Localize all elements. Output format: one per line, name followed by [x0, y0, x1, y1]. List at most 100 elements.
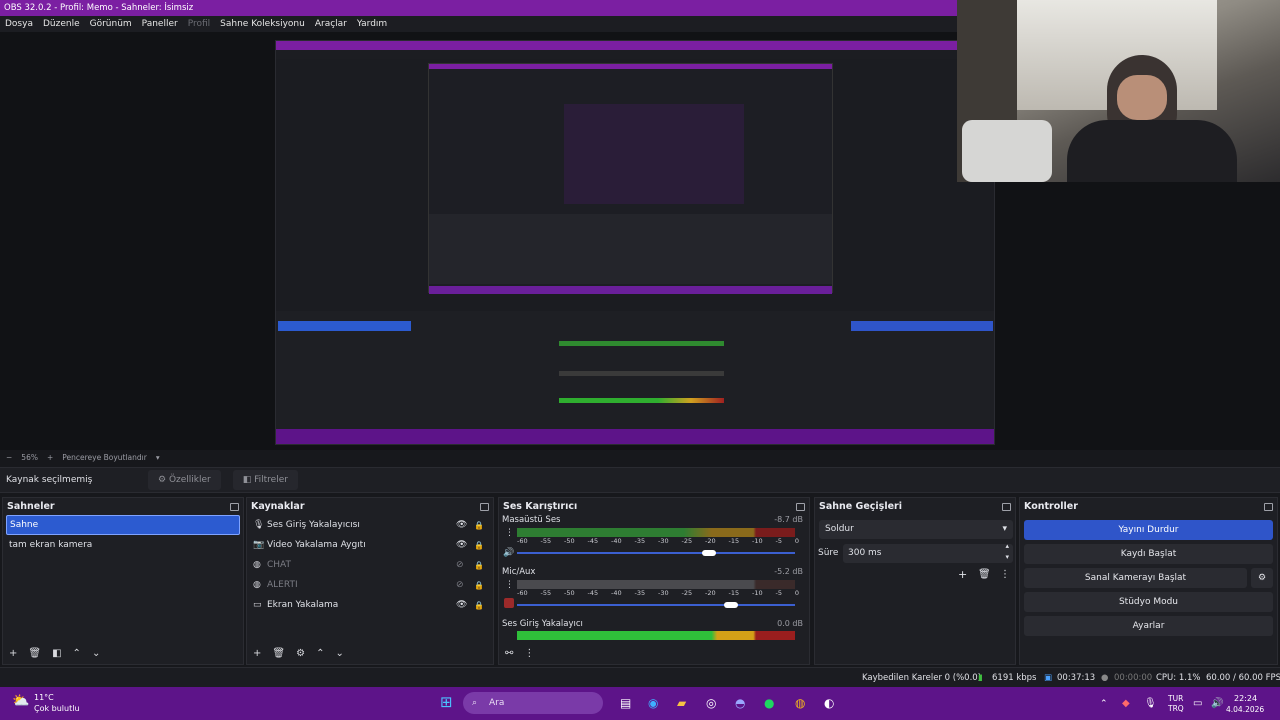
eye-icon[interactable]: 👁: [456, 520, 467, 530]
taskbar-search[interactable]: ⌕ Ara: [463, 692, 603, 714]
resize-to-window[interactable]: Pencereye Boyutlandır: [62, 453, 147, 462]
eye-off-icon[interactable]: ⊘: [456, 560, 464, 570]
scene-item-sahne[interactable]: Sahne: [6, 515, 240, 535]
gear-icon[interactable]: ⚙: [296, 648, 305, 659]
undock-icon[interactable]: [1264, 502, 1273, 511]
menu-araclar[interactable]: Araçlar: [315, 16, 347, 32]
kebab-menu-icon[interactable]: ⋮: [1000, 569, 1010, 580]
volume-icon[interactable]: 🔊: [1211, 698, 1223, 709]
windows-taskbar: ⛅ 11°C Çok bulutlu ⊞ ⌕ Ara ▤ ◉ ▰ ◎ ◓ ● ◍…: [0, 687, 1280, 720]
muted-speaker-icon[interactable]: [504, 598, 514, 608]
tray-app-icon[interactable]: ◆: [1122, 698, 1130, 709]
stop-stream-button[interactable]: Yayını Durdur: [1024, 520, 1273, 540]
channel-name: Masaüstü Ses: [502, 515, 561, 525]
duration-spinbox[interactable]: 300 ms ▴ ▾: [843, 541, 1013, 563]
language-bottom[interactable]: TRQ: [1168, 704, 1184, 713]
volume-meter: [517, 631, 795, 640]
preview-zoom-bar: − 56% + Pencereye Boyutlandır ▾: [0, 450, 1280, 464]
spotify-icon[interactable]: ●: [764, 696, 774, 710]
chrome-icon[interactable]: ◍: [795, 696, 805, 710]
chevron-down-icon[interactable]: ⌄: [335, 648, 343, 659]
chevron-up-icon[interactable]: ⌃: [73, 648, 81, 659]
undock-icon[interactable]: [796, 502, 805, 511]
trash-icon[interactable]: 🗑: [28, 648, 41, 659]
spin-arrows-icon[interactable]: ▴ ▾: [1005, 541, 1009, 563]
start-virtual-camera-button[interactable]: Sanal Kamerayı Başlat: [1024, 568, 1247, 588]
lock-icon[interactable]: 🔒: [474, 561, 484, 570]
globe-icon: ◍: [253, 580, 261, 590]
record-icon: ●: [1101, 673, 1109, 683]
clock-date[interactable]: 4.04.2026: [1226, 705, 1264, 714]
eye-icon[interactable]: 👁: [456, 600, 467, 610]
filter-icon[interactable]: ◧: [52, 648, 61, 659]
source-item[interactable]: ◍ ALERTI ⊘ 🔒: [247, 575, 493, 595]
source-item[interactable]: ▭ Ekran Yakalama 👁 🔒: [247, 595, 493, 615]
duration-label: Süre: [818, 548, 839, 558]
source-item[interactable]: ◍ CHAT ⊘ 🔒: [247, 555, 493, 575]
edge-icon[interactable]: ◉: [648, 696, 658, 710]
fader-knob[interactable]: [724, 602, 739, 608]
undock-icon[interactable]: [1002, 502, 1011, 511]
menu-yardim[interactable]: Yardım: [357, 16, 387, 32]
lock-icon[interactable]: 🔒: [474, 541, 484, 550]
scenes-dock: Sahneler Sahne tam ekran kamera + 🗑 ◧ ⌃ …: [2, 497, 244, 665]
eye-off-icon[interactable]: ⊘: [456, 580, 464, 590]
menu-paneller[interactable]: Paneller: [142, 16, 178, 32]
menu-profil: Profil: [187, 19, 211, 29]
controls-dock: Kontroller Yayını Durdur Kaydı Başlat Sa…: [1019, 497, 1278, 665]
zoom-out-button[interactable]: −: [6, 453, 12, 462]
language-top[interactable]: TUR: [1168, 694, 1183, 703]
gear-icon: ⚙: [158, 475, 169, 485]
lock-icon[interactable]: 🔒: [474, 581, 484, 590]
chevron-down-icon[interactable]: ▾: [156, 453, 160, 462]
volume-fader[interactable]: [517, 552, 795, 554]
clock-time[interactable]: 22:24: [1234, 694, 1257, 703]
source-item[interactable]: 🎙 Ses Giriş Yakalayıcısı 👁 🔒: [247, 515, 493, 535]
start-record-button[interactable]: Kaydı Başlat: [1024, 544, 1273, 564]
kebab-menu-icon[interactable]: ⋮: [505, 528, 514, 538]
kebab-menu-icon[interactable]: ⋮: [524, 648, 534, 659]
add-icon[interactable]: +: [253, 648, 261, 659]
properties-button[interactable]: ⚙ Özellikler: [148, 470, 221, 490]
gear-icon[interactable]: ⚙: [1251, 568, 1273, 588]
chevron-up-icon[interactable]: ⌃: [316, 648, 324, 659]
kebab-menu-icon[interactable]: ⋮: [505, 580, 514, 590]
filters-button[interactable]: ◧ Filtreler: [232, 470, 298, 490]
microphone-icon[interactable]: 🎙: [1144, 698, 1157, 709]
menu-dosya[interactable]: Dosya: [5, 16, 33, 32]
steam-icon[interactable]: ◎: [706, 696, 716, 710]
task-view-icon[interactable]: ▤: [620, 696, 631, 710]
obs-icon[interactable]: ◐: [824, 696, 834, 710]
trash-icon[interactable]: 🗑: [272, 648, 285, 659]
weather-icon[interactable]: ⛅: [12, 693, 29, 709]
channel-db: -8.7 dB: [774, 515, 803, 524]
volume-fader[interactable]: [517, 604, 795, 606]
add-icon[interactable]: +: [9, 648, 17, 659]
undock-icon[interactable]: [230, 502, 239, 511]
lock-icon[interactable]: 🔒: [474, 521, 484, 530]
windows-start-icon[interactable]: ⊞: [440, 693, 453, 711]
network-icon[interactable]: ▭: [1193, 698, 1202, 709]
undock-icon[interactable]: [480, 502, 489, 511]
fader-knob[interactable]: [701, 550, 716, 556]
source-item[interactable]: 📷 Video Yakalama Aygıtı 👁 🔒: [247, 535, 493, 555]
scene-item-tam-ekran-kamera[interactable]: tam ekran kamera: [3, 535, 243, 555]
chevron-down-icon[interactable]: ⌄: [92, 648, 100, 659]
add-icon[interactable]: +: [958, 568, 967, 581]
transition-select[interactable]: Soldur ▾: [819, 520, 1013, 539]
zoom-in-button[interactable]: +: [47, 453, 53, 462]
menu-gorunum[interactable]: Görünüm: [90, 16, 132, 32]
studio-mode-button[interactable]: Stüdyo Modu: [1024, 592, 1273, 612]
chevron-up-icon[interactable]: ⌃: [1100, 699, 1108, 709]
trash-icon[interactable]: 🗑: [978, 569, 991, 580]
link-icon[interactable]: ⚯: [505, 648, 513, 659]
speaker-icon[interactable]: 🔊: [503, 548, 514, 558]
folder-icon[interactable]: ▰: [677, 696, 686, 710]
eye-icon[interactable]: 👁: [456, 540, 467, 550]
channel-name: Mic/Aux: [502, 567, 536, 577]
lock-icon[interactable]: 🔒: [474, 601, 484, 610]
discord-icon[interactable]: ◓: [735, 696, 745, 710]
menu-duzenle[interactable]: Düzenle: [43, 16, 80, 32]
menu-sahne-koleksiyonu[interactable]: Sahne Koleksiyonu: [220, 16, 305, 32]
settings-button[interactable]: Ayarlar: [1024, 616, 1273, 636]
